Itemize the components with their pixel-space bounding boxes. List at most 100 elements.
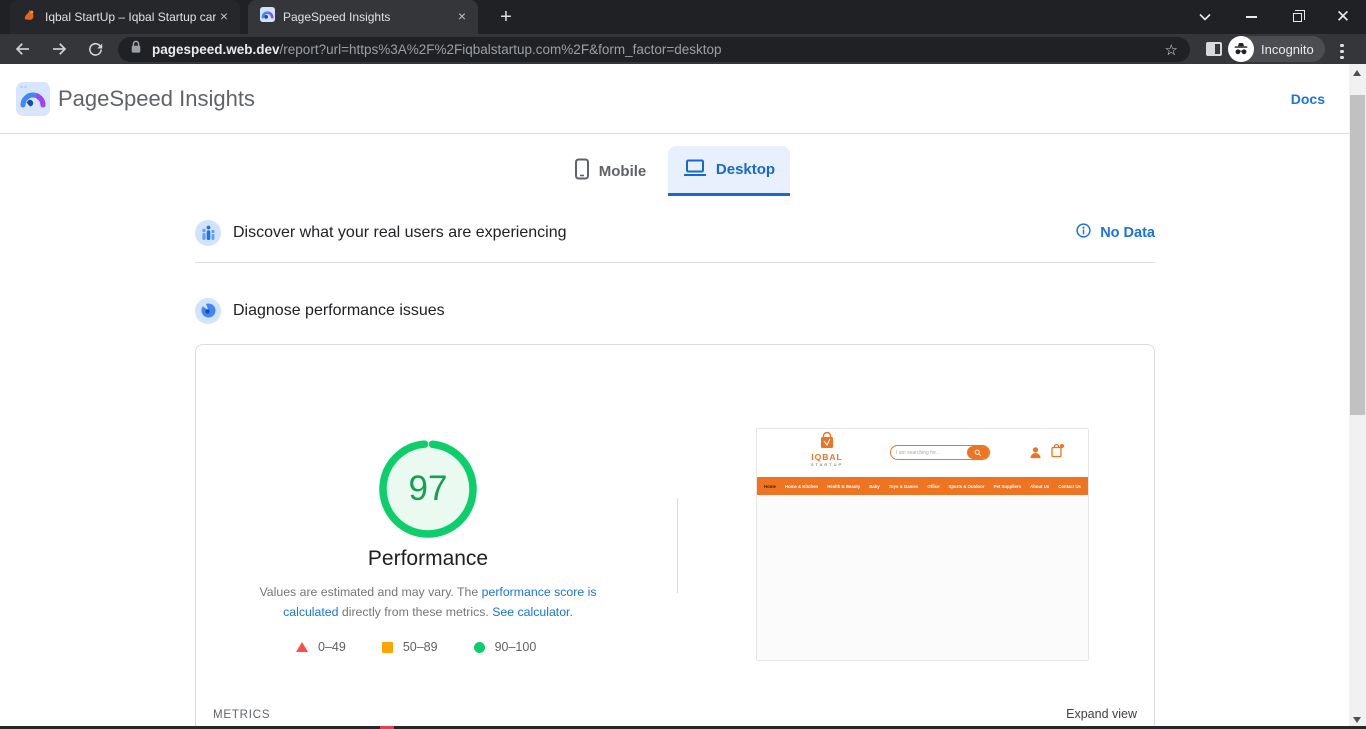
thumb-site-logo: IQBAL STARTUP xyxy=(797,432,857,467)
thumb-page-body xyxy=(757,495,1088,660)
thumb-nav-item: Health & Beauty xyxy=(827,484,860,489)
section-divider xyxy=(195,262,1155,263)
diagnose-title: Diagnose performance issues xyxy=(233,286,445,336)
pagespeed-favicon xyxy=(260,7,275,27)
shopping-bag-icon xyxy=(818,432,836,449)
expand-view-button[interactable]: Expand view xyxy=(1066,707,1137,721)
browser-window: Iqbal StartUp – Iqbal Startup carri × Pa… xyxy=(0,0,1366,729)
tab-title: PageSpeed Insights xyxy=(283,10,454,24)
legend-average-range: 50–89 xyxy=(382,640,438,654)
bookmark-star-icon[interactable]: ☆ xyxy=(1165,41,1178,59)
diagnose-gauge-icon xyxy=(195,298,221,324)
tab-search-chevron-icon[interactable] xyxy=(1182,0,1228,34)
forward-button[interactable] xyxy=(48,38,70,60)
thumb-account-icon xyxy=(1029,446,1042,459)
performance-score-value: 97 xyxy=(377,438,479,540)
new-tab-button[interactable]: + xyxy=(494,5,518,29)
performance-label: Performance xyxy=(328,547,528,571)
discover-section: Discover what your real users are experi… xyxy=(195,208,1155,258)
tab-close-icon[interactable]: × xyxy=(454,9,470,25)
info-icon xyxy=(1076,223,1091,243)
diagnose-section: Diagnose performance issues xyxy=(195,286,1155,336)
browser-toolbar: pagespeed.web.dev/report?url=https%3A%2F… xyxy=(0,34,1366,64)
psi-header: PageSpeed Insights Docs xyxy=(0,64,1366,134)
no-data-status[interactable]: No Data xyxy=(1076,208,1155,258)
restore-button[interactable] xyxy=(1274,0,1320,34)
incognito-label: Incognito xyxy=(1261,42,1314,57)
score-disclaimer: Values are estimated and may vary. The p… xyxy=(253,583,603,622)
scrollbar-down-arrow[interactable] xyxy=(1353,717,1361,723)
url-domain: pagespeed.web.dev xyxy=(152,42,280,57)
close-window-button[interactable]: ✕ xyxy=(1320,0,1366,34)
tab-bar: Iqbal StartUp – Iqbal Startup carri × Pa… xyxy=(0,0,1366,34)
legend-pass-range: 90–100 xyxy=(474,640,537,654)
thumb-nav-item: Office xyxy=(927,484,939,489)
page-scrollbar xyxy=(1349,64,1366,729)
tab-title: Iqbal StartUp – Iqbal Startup carri xyxy=(45,10,216,24)
tab-close-icon[interactable]: × xyxy=(216,9,232,25)
url-path: /report?url=https%3A%2F%2Fiqbalstartup.c… xyxy=(280,42,722,57)
address-bar[interactable]: pagespeed.web.dev/report?url=https%3A%2F… xyxy=(118,37,1190,62)
iqbal-favicon xyxy=(22,7,37,27)
thumb-nav-bar: Home Home & Kitchen Health & Beauty Baby… xyxy=(757,477,1088,495)
performance-score-gauge: 97 xyxy=(377,438,479,540)
legend-label: 50–89 xyxy=(403,640,438,654)
thumb-cart-icon xyxy=(1050,443,1064,458)
legend-label: 90–100 xyxy=(495,640,537,654)
reload-button[interactable] xyxy=(84,38,106,60)
pagespeed-logo-icon xyxy=(16,82,50,121)
discover-title: Discover what your real users are experi… xyxy=(233,208,566,258)
thumb-nav-item: Pet Suppliers xyxy=(994,484,1021,489)
thumb-search-button xyxy=(967,446,989,459)
incognito-profile-chip[interactable]: Incognito xyxy=(1228,36,1325,62)
tab-desktop[interactable]: Desktop xyxy=(668,146,790,196)
side-panel-icon[interactable] xyxy=(1206,42,1222,56)
thumb-nav-item: Home xyxy=(764,484,776,489)
tab-mobile[interactable]: Mobile xyxy=(562,146,658,196)
tab-iqbal-startup[interactable]: Iqbal StartUp – Iqbal Startup carri × xyxy=(10,0,240,34)
red-triangle-icon xyxy=(296,642,308,652)
metrics-section-label: METRICS xyxy=(213,709,270,721)
see-calculator-link[interactable]: See calculator xyxy=(492,605,569,619)
window-controls: ✕ xyxy=(1182,0,1366,34)
thumb-nav-item: Home & Kitchen xyxy=(785,484,818,489)
thumb-search-placeholder: I am searching for... xyxy=(891,450,967,456)
legend-label: 0–49 xyxy=(318,640,346,654)
form-factor-tabs: Mobile Desktop xyxy=(562,146,790,196)
thumb-nav-item: Toys & Games xyxy=(889,484,919,489)
green-circle-icon xyxy=(474,642,485,653)
tab-pagespeed-insights[interactable]: PageSpeed Insights × xyxy=(248,0,478,34)
tab-mobile-label: Mobile xyxy=(599,163,647,180)
thumb-nav-item: Baby xyxy=(869,484,880,489)
mobile-phone-icon xyxy=(574,158,590,184)
thumb-logo-subtext: STARTUP xyxy=(797,462,857,467)
disclaimer-text: . xyxy=(569,605,572,619)
real-users-icon xyxy=(195,220,221,246)
scrollbar-up-arrow[interactable] xyxy=(1353,70,1361,76)
scrollbar-thumb[interactable] xyxy=(1350,95,1365,415)
disclaimer-text: directly from these metrics. xyxy=(338,605,492,619)
no-data-label: No Data xyxy=(1100,225,1155,241)
lock-icon xyxy=(130,40,142,59)
thumb-logo-text: IQBAL xyxy=(797,452,857,462)
legend-fail-range: 0–49 xyxy=(296,640,346,654)
page-title: PageSpeed Insights xyxy=(58,64,255,134)
orange-square-icon xyxy=(382,642,393,653)
thumb-site-header: IQBAL STARTUP I am searching for... xyxy=(757,429,1088,477)
vertical-divider xyxy=(677,498,678,593)
thumb-nav-item: About Us xyxy=(1030,484,1049,489)
back-button[interactable] xyxy=(12,38,34,60)
tab-desktop-label: Desktop xyxy=(716,161,775,178)
site-screenshot-thumbnail[interactable]: IQBAL STARTUP I am searching for... Home… xyxy=(756,428,1089,661)
thumb-nav-item: Sports & Outdoor xyxy=(949,484,985,489)
docs-link[interactable]: Docs xyxy=(1291,64,1325,134)
performance-report-card: 97 Performance Values are estimated and … xyxy=(195,344,1155,729)
disclaimer-text: Values are estimated and may vary. The xyxy=(260,585,482,599)
incognito-icon xyxy=(1228,36,1254,62)
minimize-button[interactable] xyxy=(1228,0,1274,34)
score-legend: 0–49 50–89 90–100 xyxy=(296,640,576,654)
thumb-search-bar: I am searching for... xyxy=(890,445,990,460)
thumb-nav-item: Contact Us xyxy=(1058,484,1081,489)
desktop-laptop-icon xyxy=(683,158,707,182)
browser-menu-icon[interactable] xyxy=(1340,41,1344,62)
